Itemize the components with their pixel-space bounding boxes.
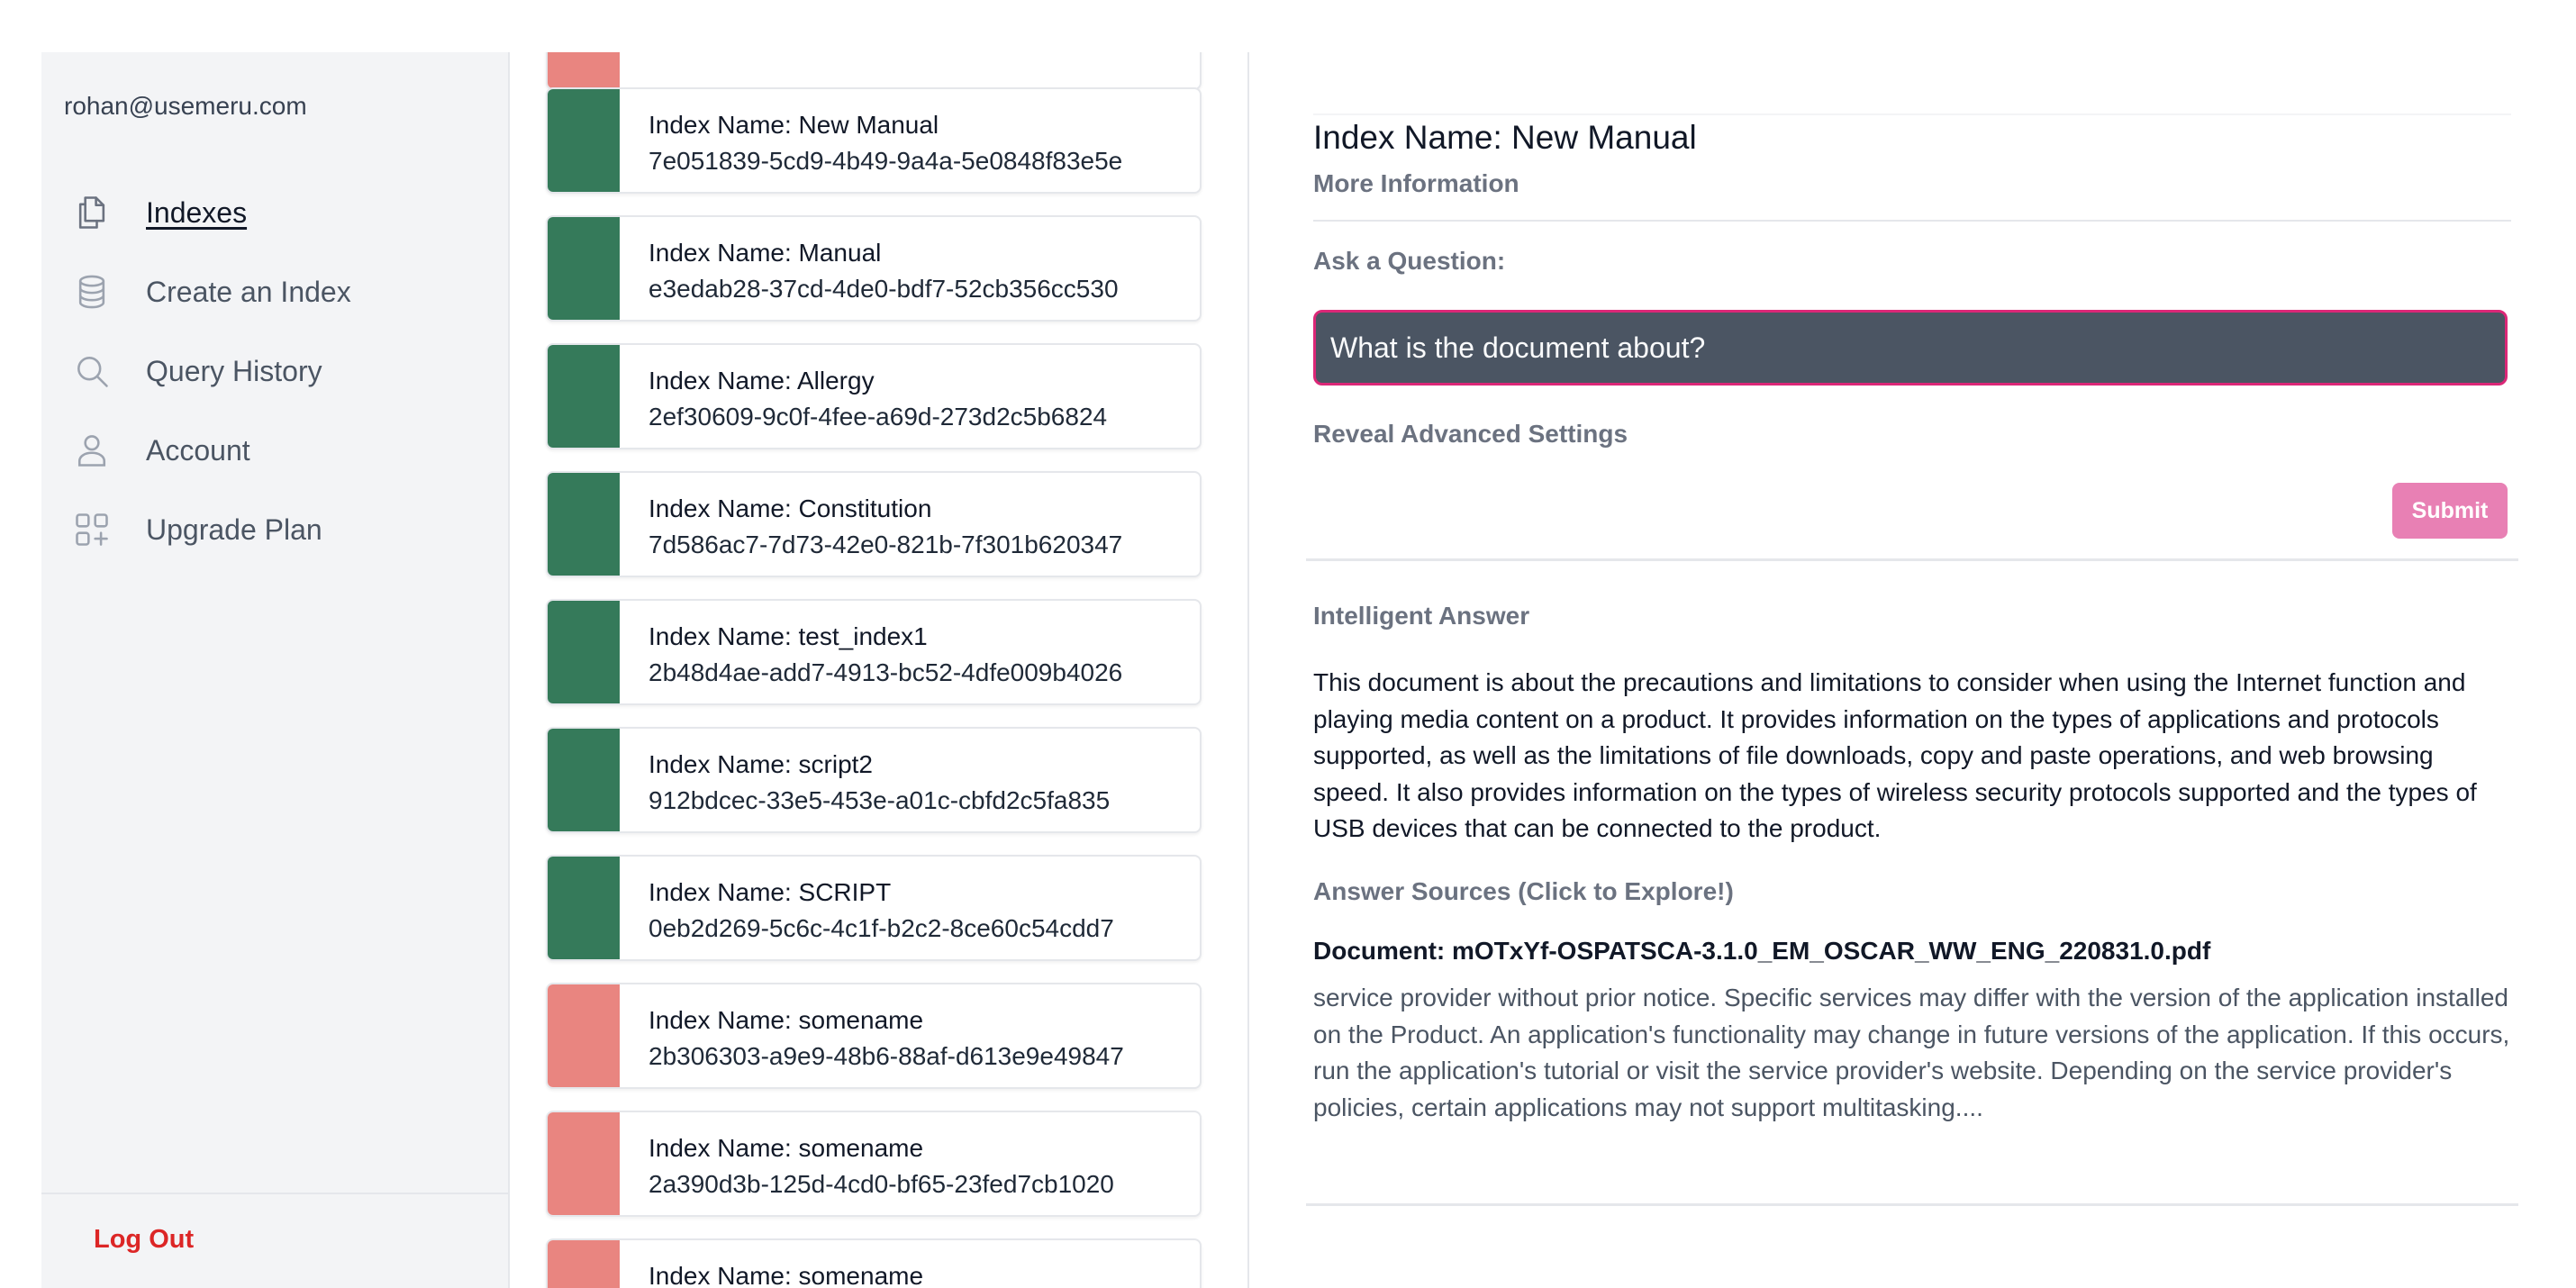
index-card[interactable]: Index Name: test_index1 2b48d4ae-add7-491… <box>546 599 1202 705</box>
divider <box>1306 1203 2518 1206</box>
sidebar: rohan@usemeru.com Indexes Create an Inde… <box>41 52 510 1288</box>
index-detail-panel: Index Name: New Manual More Information … <box>1306 52 2518 1288</box>
index-name: Index Name: test_index1 <box>649 622 928 650</box>
index-id: 2a390d3b-125d-4cd0-bf65-23fed7cb1020 <box>649 1170 1114 1198</box>
status-color-bar <box>548 601 620 703</box>
index-id: 0eb2d269-5c6c-4c1f-b2c2-8ce60c54cdd7 <box>649 914 1114 942</box>
index-name: Index Name: New Manual <box>649 111 939 139</box>
column-divider <box>1247 52 1249 1288</box>
index-name: Index Name: somename <box>649 1006 924 1034</box>
index-card[interactable] <box>546 52 1202 90</box>
index-id: 2ef30609-9c0f-4fee-a69d-273d2c5b6824 <box>649 403 1108 431</box>
search-icon <box>72 351 112 391</box>
user-email: rohan@usemeru.com <box>64 92 307 120</box>
index-name: Index Name: SCRIPT <box>649 878 892 906</box>
index-list: Index Name: New Manual 7e051839-5cd9-4b49… <box>510 52 1248 1288</box>
index-id: 2b306303-a9e9-48b6-88af-d613e9e49847 <box>649 1042 1124 1070</box>
index-id: 7d586ac7-7d73-42e0-821b-7f301b620347 <box>649 531 1123 558</box>
index-card[interactable]: Index Name: somename <box>546 1238 1202 1288</box>
reveal-advanced-settings-toggle[interactable]: Reveal Advanced Settings <box>1313 420 1628 449</box>
status-color-bar <box>548 89 620 192</box>
index-card[interactable]: Index Name: somename 2b306303-a9e9-48b6-8… <box>546 983 1202 1089</box>
divider <box>1313 220 2511 222</box>
index-name: Index Name: somename <box>649 1262 924 1288</box>
index-id: e3edab28-37cd-4de0-bdf7-52cb356cc530 <box>649 275 1119 303</box>
sidebar-item-upgrade-plan[interactable]: Upgrade Plan <box>72 490 351 569</box>
logout-button[interactable]: Log Out <box>94 1225 194 1255</box>
sidebar-item-label: Upgrade Plan <box>146 512 322 546</box>
sidebar-footer: Log Out <box>41 1193 508 1288</box>
index-card[interactable]: Index Name: Allergy 2ef30609-9c0f-4fee-a6… <box>546 343 1202 449</box>
sidebar-item-label: Account <box>146 433 250 467</box>
apps-plus-icon <box>72 510 112 549</box>
status-color-bar <box>548 857 620 959</box>
source-excerpt: service provider without prior notice. S… <box>1313 984 2510 1121</box>
index-name: Index Name: Manual <box>649 239 882 267</box>
submit-button[interactable]: Submit <box>2392 483 2508 539</box>
answer-text: This document is about the precautions a… <box>1313 668 2477 842</box>
ask-question-label: Ask a Question: <box>1313 247 1506 275</box>
index-card[interactable]: Index Name: script2 912bdcec-33e5-453e-a0… <box>546 727 1202 833</box>
sidebar-item-create-index[interactable]: Create an Index <box>72 252 351 331</box>
more-information-label: More Information <box>1313 169 1519 197</box>
divider <box>1313 113 2511 115</box>
index-name: Index Name: Allergy <box>649 367 875 395</box>
index-id: 2b48d4ae-add7-4913-bc52-4dfe009b4026 <box>649 658 1123 686</box>
question-input[interactable] <box>1313 310 2508 385</box>
status-color-bar <box>548 1240 620 1288</box>
index-id: 912bdcec-33e5-453e-a01c-cbfd2c5fa835 <box>649 786 1111 814</box>
intelligent-answer-label: Intelligent Answer <box>1313 602 1530 630</box>
index-id: 7e051839-5cd9-4b49-9a4a-5e0848f83e5e <box>649 147 1123 175</box>
index-card[interactable]: Index Name: SCRIPT 0eb2d269-5c6c-4c1f-b2c… <box>546 855 1202 961</box>
copy-icon <box>72 193 112 232</box>
index-card[interactable]: Index Name: New Manual 7e051839-5cd9-4b49… <box>546 87 1202 194</box>
answer-sources-label[interactable]: Answer Sources (Click to Explore!) <box>1313 877 1734 906</box>
status-color-bar <box>548 729 620 831</box>
database-icon <box>72 272 112 312</box>
index-card[interactable]: Index Name: somename 2a390d3b-125d-4cd0-b… <box>546 1111 1202 1217</box>
sidebar-item-account[interactable]: Account <box>72 411 351 490</box>
index-card[interactable]: Index Name: Constitution 7d586ac7-7d73-42… <box>546 471 1202 577</box>
status-color-bar <box>548 345 620 448</box>
divider <box>1306 558 2518 561</box>
status-color-bar <box>548 984 620 1087</box>
status-color-bar <box>548 473 620 576</box>
status-color-bar <box>548 1112 620 1215</box>
source-document-name[interactable]: Document: mOTxYf-OSPATSCA-3.1.0_EM_OSCAR… <box>1313 937 2210 966</box>
sidebar-item-indexes[interactable]: Indexes <box>72 173 351 252</box>
user-icon <box>72 431 112 470</box>
index-name: Index Name: Constitution <box>649 494 932 522</box>
sidebar-item-label: Create an Index <box>146 275 351 308</box>
sidebar-item-query-history[interactable]: Query History <box>72 331 351 411</box>
index-title: Index Name: New Manual <box>1313 119 1697 156</box>
index-card[interactable]: Index Name: Manual e3edab28-37cd-4de0-bdf… <box>546 215 1202 322</box>
sidebar-nav: Indexes Create an Index Query History Ac… <box>72 173 351 569</box>
sidebar-item-label: Indexes <box>146 195 248 229</box>
status-color-bar <box>548 52 620 88</box>
status-color-bar <box>548 217 620 320</box>
index-name: Index Name: somename <box>649 1134 924 1162</box>
sidebar-item-label: Query History <box>146 354 322 387</box>
index-name: Index Name: script2 <box>649 750 873 778</box>
